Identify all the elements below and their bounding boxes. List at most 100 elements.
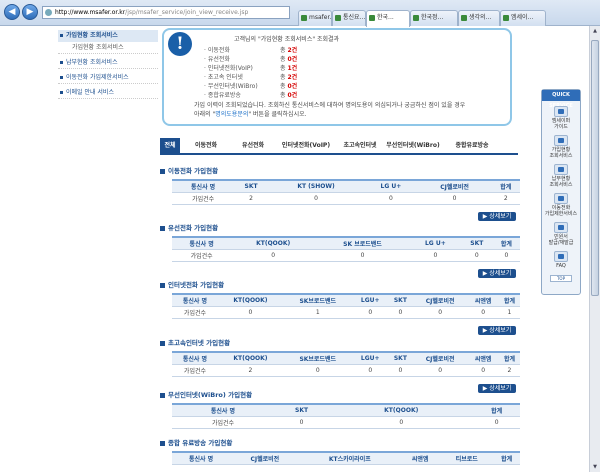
quick-item-sublabel: 조회서비스 [549,182,573,188]
summary-row: · 이동전화 총 2건 [204,46,297,55]
summary-count-label: 총 [280,65,286,72]
section-title: 인터넷전화 가입현황 [160,279,224,289]
table-cell: 0 [460,249,493,262]
address-bar[interactable]: http://www.msafer.or.kr/jsp/msafer_servi… [42,6,290,19]
service-tab[interactable]: 인터넷전화(VoIP) [278,138,334,153]
scroll-thumb[interactable] [591,40,599,296]
table-cell: 0 [473,416,520,429]
column-header: 통신사 명 [172,352,218,365]
table-cell: 가입건수 [172,416,274,429]
summary-row: · 인터넷전화(VoIP) 총 1건 [204,64,297,73]
table-cell: 0 [417,192,492,205]
identity-theft-inquiry-link[interactable]: 명의도용문의 [215,111,248,118]
table-cell: 1 [282,306,353,319]
table-cell: 2 [234,192,268,205]
column-header: 합계 [498,294,520,307]
browser-tab[interactable]: 엠세이... [500,10,546,26]
browser-tab[interactable]: 통신요... [332,10,366,26]
summary-row: · 유선전화 총 0건 [204,55,297,64]
column-header: 통신사 명 [172,180,235,193]
summary-row-value: 0건 [287,92,298,99]
tab-favicon-icon [503,15,509,21]
column-header: KT(QOOK) [329,404,474,417]
back-button[interactable]: ◀ [4,4,20,20]
summary-row-label: · 인터넷전화(VoIP) [204,65,253,72]
summary-box: ! 고객님의 "가입현황 조회서비스" 조회결과 · 이동전화 총 2건 · 유선전… [162,28,512,126]
quick-service-panel: QUICK SERVICE 엠세이퍼가이드가입현황조회서비스납부현황조회서비스이… [541,89,581,295]
sidebar-item[interactable]: 가입현황 조회서비스 [58,42,158,54]
table-header-row: 통신사 명 KT(QOOK) SK 브로드밴드 LG U+ SKT 합계 [172,237,520,250]
service-tab[interactable]: 초고속인터넷 [336,138,384,153]
column-header: LGU+ [352,352,388,365]
sidebar-item[interactable]: 가입현황 조회서비스 [58,30,158,42]
table-row: 가입건수 2 0 0 0 2 [172,192,520,205]
section-title: 종합 유료방송 가입현황 [160,437,232,447]
detail-view-button[interactable]: ▶ 상세보기 [478,212,516,221]
sidebar-item[interactable]: 이메일 안내 서비스 [58,87,158,99]
sidebar-item-label: 가입현황 조회서비스 [72,44,124,51]
scroll-down-icon[interactable]: ▼ [590,462,600,472]
quick-service-item[interactable]: 납부현황 조회서비스 [542,164,580,188]
service-tab[interactable]: 이동전화 [184,138,228,153]
summary-count-label: 총 [280,74,286,81]
service-tab[interactable]: 종합유료방송 [442,138,502,153]
quick-service-item[interactable]: 가입현황 조회서비스 [542,135,580,159]
table-header-row: 통신사 명 KT(QOOK) SK브로드밴드 LGU+ SKT CJ헬로비전 씨앤엠 합계 [172,352,520,365]
column-header: LGU+ [352,294,388,307]
left-navigation: 가입현황 조회서비스 가입현황 조회서비스 납부현황 조회서비스 이동전화 가입제한서… [58,30,158,99]
table-header-row: 통신사 명 SKT KT (SHOW) LG U+ CJ헬로비전 합계 [172,180,520,193]
column-header: SKT [273,404,330,417]
section-title-text: 유선전화 가입현황 [168,224,219,232]
vertical-scrollbar[interactable]: ▲ ▼ [589,26,600,472]
column-header: CJ헬로비전 [417,180,492,193]
column-header: KT(QOOK) [217,294,283,307]
sidebar-item[interactable]: 이동전화 가입제한서비스 [58,72,158,84]
browser-tab[interactable]: msafer... [298,10,332,26]
table-cell: 가입건수 [172,364,218,377]
column-header: 합계 [491,180,520,193]
service-tab[interactable]: 무선인터넷(WiBro) [386,138,440,153]
faq-icon [554,251,568,262]
summary-row-label: · 유선전화 [204,56,230,63]
guide-icon [554,106,568,117]
service-tab[interactable]: 전체 [160,138,180,153]
browser-tab-label: 엠세이... [511,14,534,21]
detail-view-button[interactable]: ▶ 상세보기 [478,269,516,278]
column-header: SKT [234,180,268,193]
quick-item-sublabel: 발급/재발급 [548,240,574,246]
detail-view-button[interactable]: ▶ 상세보기 [478,326,516,335]
quick-service-item[interactable]: FAQ [542,251,580,269]
column-header: LG U+ [364,180,418,193]
sidebar-item[interactable]: 납부현황 조회서비스 [58,57,158,69]
column-header: 씨앤엠 [400,452,441,465]
column-header: SK브로드밴드 [282,352,353,365]
browser-tab-label: 한국정... [421,14,444,21]
section-title: 유선전화 가입현황 [160,222,218,232]
summary-count-label: 총 [280,92,286,99]
quick-service-item[interactable]: 민원서 발급/재발급 [542,222,580,246]
summary-row: · 초고속 인터넷 총 2건 [204,73,297,82]
summary-count-label: 총 [280,56,286,63]
table-row: 가입건수 0 1 0 0 0 0 1 [172,306,520,319]
quick-service-item[interactable]: 엠세이퍼 가이드 [542,106,580,130]
section-bullet-icon [160,440,165,446]
browser-tab[interactable]: 생각의... [458,10,500,26]
forward-button[interactable]: ▶ [22,4,38,20]
browser-tab[interactable]: 한국... [366,10,410,27]
section-title-text: 초고속인터넷 가입현황 [168,339,231,347]
table-cell: 2 [498,364,520,377]
detail-view-button[interactable]: ▶ 상세보기 [478,384,516,393]
browser-tab[interactable]: 한국정... [410,10,458,26]
bullet-icon [60,61,63,64]
section-bullet-icon [160,392,165,398]
service-tab[interactable]: 유선전화 [232,138,274,153]
top-button[interactable]: TOP [550,275,572,282]
tab-favicon-icon [461,15,467,21]
table-cell: 가입건수 [172,192,235,205]
quick-service-item[interactable]: 이동전화 가입제한서비스 [542,193,580,217]
quick-item-label: FAQ [556,263,566,269]
sidebar-item-label: 납부현황 조회서비스 [66,59,118,66]
column-header: SK 브로드밴드 [315,237,410,250]
scroll-up-icon[interactable]: ▲ [590,26,600,36]
table-cell: 0 [282,364,353,377]
